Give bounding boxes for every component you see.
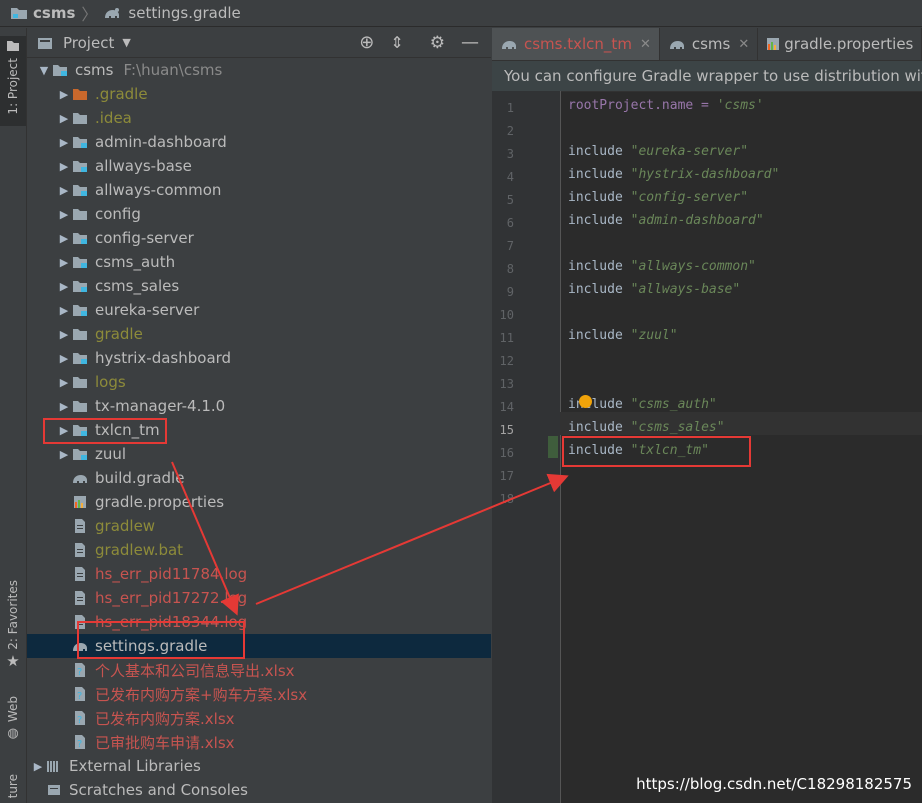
arrow-to-editor [255,473,569,605]
arrow-down [171,461,239,616]
watermark: https://blog.csdn.net/C18298182575 [636,775,912,793]
annotation-arrows [171,461,569,616]
